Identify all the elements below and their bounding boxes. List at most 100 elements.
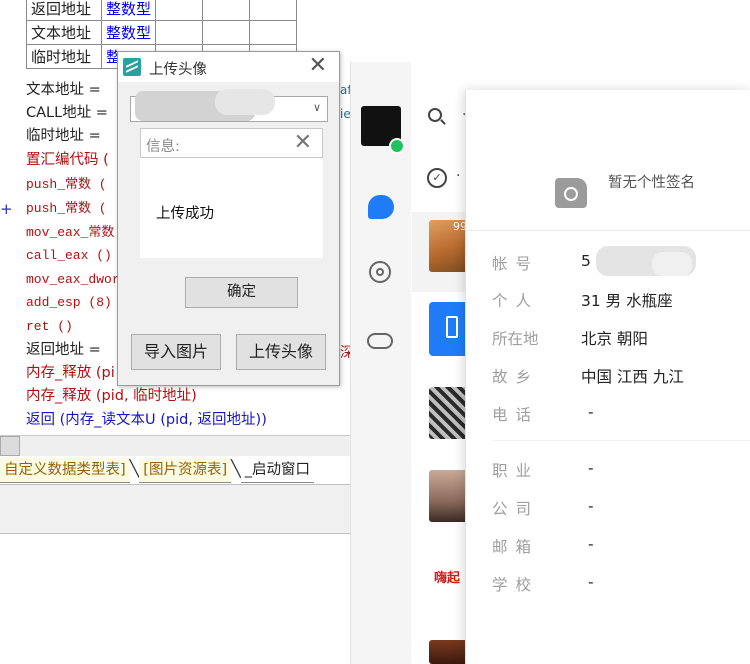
table-row: 文本地址 整数型 xyxy=(26,20,298,45)
field-label: 故乡 xyxy=(492,368,540,386)
signature-text[interactable]: 暂无个性签名 xyxy=(608,171,695,192)
search-icon[interactable] xyxy=(428,108,442,122)
code-fragment: af xyxy=(340,83,350,97)
field-value: - xyxy=(588,535,594,553)
field-label: 所在地 xyxy=(492,330,539,348)
ok-button[interactable]: 确定 xyxy=(185,277,298,308)
profile-row-phone: 电话 - xyxy=(492,403,750,429)
tab-separator: ╲ xyxy=(231,459,241,478)
field-label: 邮箱 xyxy=(492,538,540,556)
message-box: 信息: ✕ 上传成功 xyxy=(140,128,323,258)
divider xyxy=(466,230,750,231)
code-line[interactable]: 文本地址 = xyxy=(26,79,101,102)
profile-row-personal: 个人 31 男 水瓶座 xyxy=(492,289,750,315)
code-line[interactable]: CALL地址 = xyxy=(26,102,108,125)
check-circle-icon[interactable]: ✓ xyxy=(427,168,447,188)
horizontal-scrollbar[interactable] xyxy=(0,435,350,456)
redacted-block xyxy=(652,252,692,276)
tab-separator: ╲ xyxy=(129,459,140,478)
upload-avatar-button[interactable]: 上传头像 xyxy=(236,334,326,370)
field-value: 5 xyxy=(581,252,591,270)
cloud-icon[interactable] xyxy=(367,333,393,349)
message-icon[interactable] xyxy=(368,195,394,219)
table-row: 返回地址 整数型 xyxy=(26,0,298,21)
code-line[interactable]: push_常数 ( xyxy=(26,197,107,220)
table-cell[interactable] xyxy=(249,0,298,21)
close-icon[interactable]: ✕ xyxy=(309,54,327,78)
profile-row-account: 帐号 5 xyxy=(492,246,750,278)
online-status-icon xyxy=(389,138,405,154)
field-value: - xyxy=(588,403,594,421)
editor-tab-bar: 自定义数据类型表] ╲ [图片资源表] ╲ _启动窗口 xyxy=(0,458,350,484)
code-line[interactable]: push_常数 ( xyxy=(26,173,107,196)
expand-marker[interactable]: + xyxy=(0,200,13,218)
field-label: 个人 xyxy=(492,292,540,310)
scrollbar-thumb[interactable] xyxy=(0,436,20,456)
code-fragment: ie xyxy=(340,107,350,121)
filter-label[interactable]: · xyxy=(456,168,460,184)
code-line[interactable]: call_eax () xyxy=(26,244,112,267)
field-value: 31 男 水瓶座 xyxy=(581,292,673,310)
code-line[interactable]: ret () xyxy=(26,315,73,338)
table-cell[interactable] xyxy=(155,0,204,21)
conversation-avatar[interactable] xyxy=(429,470,469,522)
field-value: 中国 江西 九江 xyxy=(581,368,684,386)
message-box-label: 信息: xyxy=(146,139,180,155)
message-box-header: 信息: ✕ xyxy=(140,128,323,158)
conversation-avatar[interactable] xyxy=(429,387,469,439)
field-value: - xyxy=(588,459,594,477)
dialog-title: 上传头像 xyxy=(149,62,207,78)
close-icon[interactable]: ✕ xyxy=(294,130,312,156)
conversation-avatar[interactable] xyxy=(429,640,469,664)
profile-row-company: 公司 - xyxy=(492,497,750,523)
code-line[interactable]: 内存_释放 (pid, 临时地址) xyxy=(26,385,197,408)
profile-row-email: 邮箱 - xyxy=(492,535,750,561)
field-value: - xyxy=(588,573,594,591)
code-line[interactable]: 置汇编代码 ( xyxy=(26,149,109,172)
tab-custom-datatypes[interactable]: 自定义数据类型表] xyxy=(0,458,130,483)
ide-status-panel xyxy=(0,484,350,534)
field-label: 电话 xyxy=(492,406,540,424)
field-value: - xyxy=(588,497,594,515)
table-cell[interactable] xyxy=(202,0,251,21)
code-line[interactable]: add_esp (8) xyxy=(26,291,112,314)
var-name-cell[interactable]: 返回地址 xyxy=(26,0,102,21)
profile-row-school: 学校 - xyxy=(492,573,750,599)
code-line[interactable]: 内存_释放 (pi xyxy=(26,362,115,385)
nav-sidebar xyxy=(351,62,411,664)
field-label: 学校 xyxy=(492,576,540,594)
field-label: 帐号 xyxy=(492,255,540,273)
app-logo-icon xyxy=(123,58,141,76)
camera-icon[interactable] xyxy=(555,178,587,208)
contacts-icon[interactable] xyxy=(369,261,391,283)
import-image-button[interactable]: 导入图片 xyxy=(131,334,221,370)
code-line[interactable]: 临时地址 = xyxy=(26,125,101,148)
tab-image-resources[interactable]: [图片资源表] xyxy=(139,458,232,483)
field-label: 职业 xyxy=(492,462,540,480)
profile-row-hometown: 故乡 中国 江西 九江 xyxy=(492,365,750,391)
var-type-cell[interactable]: 整数型 xyxy=(100,0,157,21)
chevron-down-icon[interactable]: ∨ xyxy=(313,101,321,114)
profile-row-occupation: 职业 - xyxy=(492,459,750,485)
upload-avatar-dialog: 上传头像 ✕ ∨ 信息: ✕ 上传成功 确定 导入图片 上传头像 xyxy=(117,51,340,386)
conversation-avatar[interactable]: 99 xyxy=(429,220,469,272)
divider xyxy=(492,440,750,441)
code-line[interactable]: 返回地址 = xyxy=(26,339,101,362)
var-name-cell[interactable]: 文本地址 xyxy=(26,20,102,45)
var-type-cell[interactable]: 整数型 xyxy=(100,20,157,45)
table-cell[interactable] xyxy=(249,20,298,45)
account-select[interactable]: ∨ xyxy=(130,89,328,122)
var-name-cell[interactable]: 临时地址 xyxy=(26,44,102,69)
profile-row-location: 所在地 北京 朝阳 xyxy=(492,327,750,353)
code-line[interactable]: 返回 (内存_读文本U (pid, 返回地址)) xyxy=(26,409,267,432)
message-text: 上传成功 xyxy=(156,206,214,222)
field-label: 公司 xyxy=(492,500,540,518)
tab-startup-window[interactable]: _启动窗口 xyxy=(240,458,315,483)
field-value: 北京 朝阳 xyxy=(581,330,648,348)
redacted-block xyxy=(215,89,275,115)
code-line[interactable]: mov_eax_常数 xyxy=(26,221,114,244)
table-cell[interactable] xyxy=(202,20,251,45)
code-line[interactable]: mov_eax_dwor xyxy=(26,268,120,291)
dialog-titlebar[interactable]: 上传头像 ✕ xyxy=(118,52,339,82)
table-cell[interactable] xyxy=(155,20,204,45)
